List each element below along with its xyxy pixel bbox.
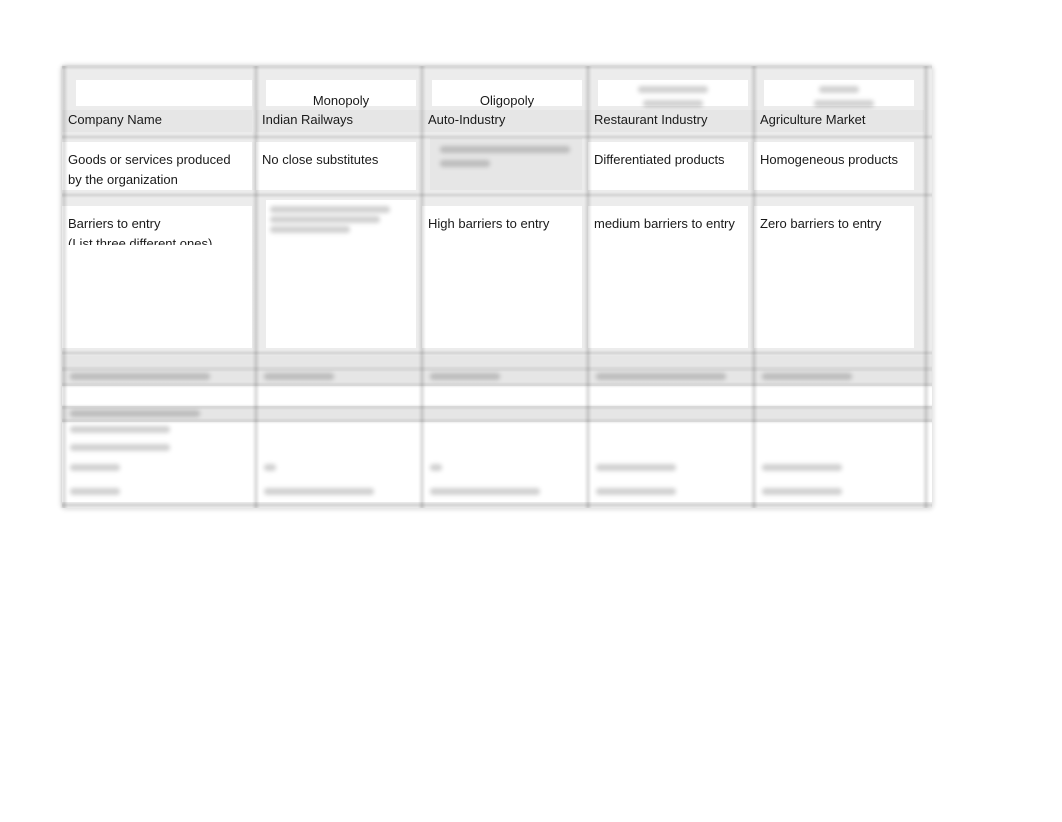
row-label-line2: (List three different ones) bbox=[68, 236, 213, 245]
row-label-company-name: Company Name bbox=[62, 110, 252, 132]
header-oligopoly: Oligopoly bbox=[479, 93, 535, 108]
cell-oligopoly-company: Auto-Industry bbox=[422, 110, 588, 132]
redacted-text bbox=[70, 488, 120, 495]
header-cell-redacted-2 bbox=[764, 80, 914, 107]
cell-col4-barriers: Zero barriers to entry bbox=[754, 206, 914, 348]
grid-line-horizontal bbox=[62, 192, 932, 198]
grid-line-vertical bbox=[584, 66, 592, 508]
header-cell-redacted-1 bbox=[598, 80, 748, 107]
redacted-text bbox=[270, 216, 380, 223]
redacted-text bbox=[430, 464, 442, 471]
header-cell-oligopoly: Oligopoly bbox=[432, 80, 582, 108]
cell-col3-barriers: medium barriers to entry bbox=[588, 206, 748, 348]
row-label-goods: Goods or services produced by the organi… bbox=[62, 142, 252, 190]
redacted-row-3 bbox=[62, 386, 932, 406]
grid-line-vertical bbox=[922, 66, 930, 508]
grid-line-horizontal bbox=[62, 366, 932, 372]
cell-oligopoly-barriers: High barriers to entry bbox=[422, 206, 582, 348]
cell-text: Restaurant Industry bbox=[594, 112, 708, 127]
cell-col3-goods: Differentiated products bbox=[588, 142, 748, 190]
redacted-text bbox=[70, 426, 170, 433]
cell-col3-company: Restaurant Industry bbox=[588, 110, 754, 132]
grid-line-vertical bbox=[418, 66, 426, 508]
redacted-text bbox=[270, 226, 350, 233]
cell-monopoly-company: Indian Railways bbox=[256, 110, 422, 132]
redacted-text bbox=[430, 488, 540, 495]
cell-col4-goods: Homogeneous products bbox=[754, 142, 914, 190]
grid-line-horizontal bbox=[62, 418, 932, 424]
cell-text: Homogeneous products bbox=[760, 152, 899, 167]
market-structure-table: Monopoly Oligopoly Company Name Indian R… bbox=[60, 64, 932, 508]
grid-line-vertical bbox=[60, 66, 68, 508]
grid-line-horizontal bbox=[62, 404, 932, 410]
cell-oligopoly-goods-redacted bbox=[430, 138, 582, 190]
grid-line-vertical bbox=[750, 66, 758, 508]
grid-line-horizontal bbox=[62, 64, 932, 70]
redacted-text bbox=[814, 100, 874, 107]
row-label-line1: Barriers to entry bbox=[68, 216, 161, 231]
table-grid: Monopoly Oligopoly Company Name Indian R… bbox=[60, 64, 932, 508]
redacted-text bbox=[430, 373, 500, 380]
header-cell-monopoly: Monopoly bbox=[266, 80, 416, 108]
redacted-text bbox=[762, 464, 842, 471]
cell-text: No close substitutes bbox=[262, 152, 379, 167]
redacted-text bbox=[264, 464, 276, 471]
redacted-text bbox=[819, 86, 859, 93]
redacted-text bbox=[596, 373, 726, 380]
cell-text: medium barriers to entry bbox=[594, 216, 735, 231]
redacted-text bbox=[70, 410, 200, 417]
document-page: Monopoly Oligopoly Company Name Indian R… bbox=[0, 0, 1062, 822]
redacted-text bbox=[264, 373, 334, 380]
cell-text: Agriculture Market bbox=[760, 112, 866, 127]
redacted-text bbox=[70, 444, 170, 451]
cell-col4-company: Agriculture Market bbox=[754, 110, 924, 132]
grid-line-horizontal bbox=[62, 502, 932, 508]
cell-text: High barriers to entry bbox=[428, 216, 550, 231]
cell-text: Indian Railways bbox=[262, 112, 354, 127]
grid-line-horizontal bbox=[62, 134, 932, 140]
redacted-text bbox=[440, 160, 490, 167]
redacted-text bbox=[264, 488, 374, 495]
redacted-text bbox=[270, 206, 390, 213]
redacted-text bbox=[70, 373, 210, 380]
redacted-text bbox=[70, 464, 120, 471]
redacted-text bbox=[643, 100, 703, 107]
grid-line-horizontal bbox=[62, 382, 932, 388]
cell-text: Auto-Industry bbox=[428, 112, 506, 127]
row-label-line2-clip: (List three different ones) bbox=[68, 234, 246, 245]
row-label-line1: Goods or services produced bbox=[68, 152, 231, 167]
header-monopoly: Monopoly bbox=[312, 93, 370, 108]
row-label-barriers: Barriers to entry (List three different … bbox=[62, 206, 252, 348]
redacted-text bbox=[762, 488, 842, 495]
grid-line-vertical bbox=[252, 66, 260, 508]
header-cell-empty bbox=[76, 80, 252, 106]
row-label-text: Company Name bbox=[68, 112, 162, 127]
redacted-text bbox=[440, 146, 570, 153]
row-label-line2: by the organization bbox=[68, 172, 178, 187]
redacted-row-5 bbox=[62, 422, 932, 502]
cell-monopoly-barriers-redacted bbox=[266, 200, 416, 348]
redacted-text bbox=[638, 86, 708, 93]
cell-monopoly-goods: No close substitutes bbox=[256, 142, 416, 190]
redacted-text bbox=[596, 488, 676, 495]
grid-line-horizontal bbox=[62, 350, 932, 356]
redacted-text bbox=[762, 373, 852, 380]
cell-text: Zero barriers to entry bbox=[760, 216, 882, 231]
cell-text: Differentiated products bbox=[594, 152, 725, 167]
redacted-text bbox=[596, 464, 676, 471]
